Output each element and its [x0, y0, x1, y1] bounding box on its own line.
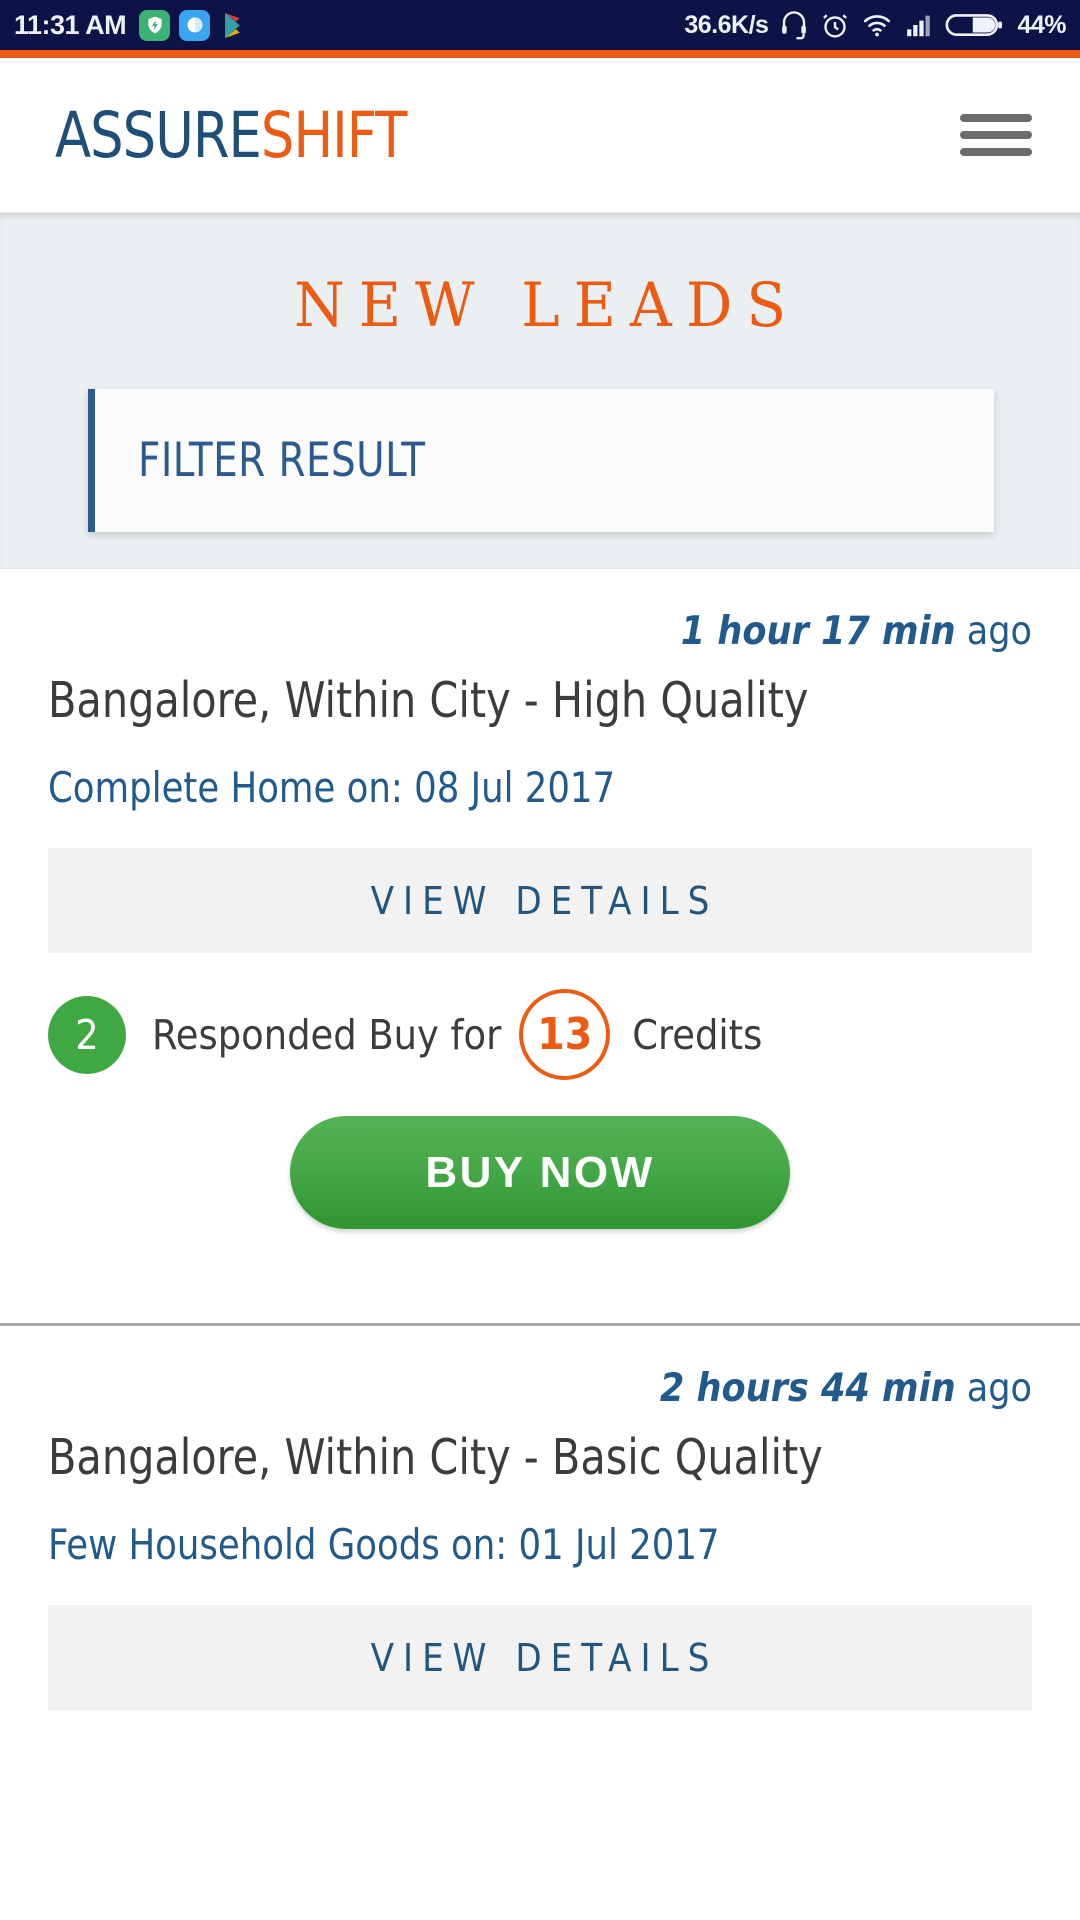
play-store-icon	[219, 10, 250, 41]
responded-count-badge: 2	[48, 995, 126, 1074]
lead-time-relative: 1 hour 17 min	[680, 609, 956, 654]
lead-card-spacer	[48, 1229, 1032, 1289]
lead-subtitle: Few Household Goods on: 01 Jul 2017	[48, 1520, 720, 1569]
view-details-button[interactable]: VIEW DETAILS	[48, 1605, 1032, 1710]
network-speed-text: 36.6K/s	[684, 10, 769, 39]
signal-icon	[904, 10, 934, 40]
lead-timestamp: 1 hour 17 min ago	[48, 609, 1032, 654]
lead-time-suffix: ago	[966, 609, 1032, 654]
page-title: NEW LEADS	[293, 269, 801, 341]
hamburger-menu-icon[interactable]	[960, 108, 1032, 162]
view-details-button[interactable]: VIEW DETAILS	[48, 848, 1032, 953]
app-screen: 11:31 AM 36.6K/s 44% ASSURESHIFT NEW LEA…	[0, 0, 1080, 1920]
accent-rule	[0, 50, 1080, 58]
credits-badge: 13	[519, 989, 611, 1080]
browser-app-icon	[179, 9, 211, 41]
lead-time-suffix: ago	[966, 1366, 1032, 1411]
lead-title: Bangalore, Within City - Basic Quality	[48, 1429, 823, 1486]
filter-result-panel[interactable]: FILTER RESULT	[88, 389, 994, 532]
battery-icon	[945, 10, 1003, 40]
status-bar-app-icons	[139, 9, 250, 41]
status-bar: 11:31 AM 36.6K/s 44%	[0, 0, 1080, 50]
lead-credit-row: 2 Responded Buy for 13 Credits	[48, 989, 1032, 1080]
responded-text: Responded Buy for	[152, 1010, 502, 1059]
status-bar-clock: 11:31 AM	[14, 9, 127, 40]
hamburger-line	[960, 131, 1032, 139]
hamburger-line	[960, 114, 1032, 122]
lead-timestamp: 2 hours 44 min ago	[48, 1366, 1032, 1411]
wifi-icon	[861, 10, 893, 40]
buy-now-button[interactable]: BUY NOW	[290, 1116, 790, 1229]
logo-text-assure: ASSURE	[55, 98, 262, 172]
lead-card: 1 hour 17 min ago Bangalore, Within City…	[0, 569, 1080, 1323]
buy-now-wrapper: BUY NOW	[48, 1116, 1032, 1229]
assureshift-logo[interactable]: ASSURESHIFT	[55, 98, 407, 172]
hamburger-line	[960, 148, 1032, 156]
shield-app-icon	[139, 9, 171, 41]
headset-icon	[779, 10, 809, 40]
alarm-icon	[820, 10, 850, 40]
lead-title: Bangalore, Within City - High Quality	[48, 672, 809, 729]
lead-time-relative: 2 hours 44 min	[659, 1366, 956, 1411]
battery-percent-text: 44%	[1017, 10, 1066, 39]
app-header: ASSURESHIFT	[0, 58, 1080, 213]
filter-wrapper: FILTER RESULT	[0, 389, 1080, 532]
hero-section: NEW LEADS FILTER RESULT	[0, 213, 1080, 569]
credits-unit-label: Credits	[632, 1010, 763, 1059]
lead-subtitle: Complete Home on: 08 Jul 2017	[48, 763, 616, 812]
lead-card: 2 hours 44 min ago Bangalore, Within Cit…	[0, 1323, 1080, 1744]
status-bar-indicators: 36.6K/s 44%	[684, 10, 1066, 40]
leads-list: 1 hour 17 min ago Bangalore, Within City…	[0, 569, 1080, 1744]
logo-text-shift: SHIFT	[260, 98, 407, 172]
filter-result-label: FILTER RESULT	[138, 433, 426, 488]
